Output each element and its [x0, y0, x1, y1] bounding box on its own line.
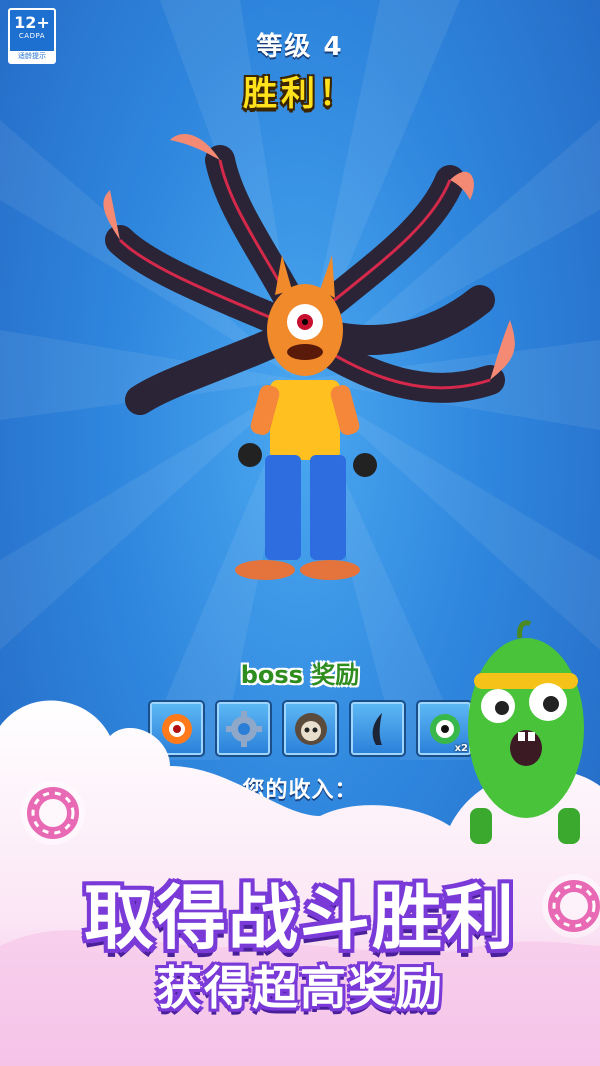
donut-decoration-left: [21, 781, 85, 845]
boss-monster-character: [103, 134, 515, 580]
victory-text: 胜利！: [243, 74, 357, 114]
promo-subline: 获得超高奖励: [156, 961, 444, 1015]
promo-headline: 取得战斗胜利: [84, 877, 516, 959]
green-monster-character: [468, 620, 584, 844]
level-title: 等级 4: [256, 32, 344, 62]
